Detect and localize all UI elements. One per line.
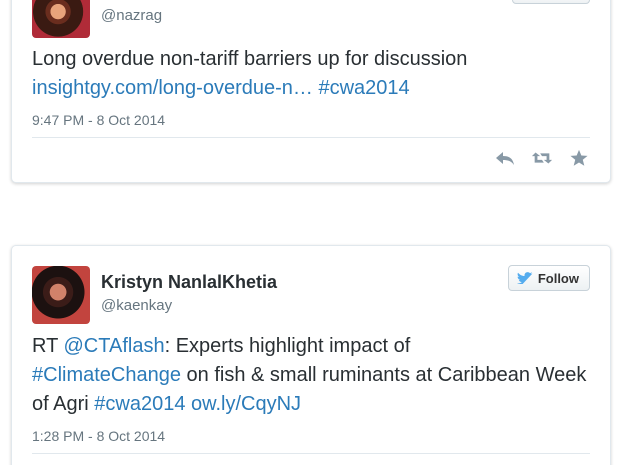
hashtag-link[interactable]: #cwa2014 <box>94 393 185 415</box>
tweet-text: RT @CTAflash: Experts highlight impact o… <box>32 332 588 419</box>
divider <box>32 453 590 454</box>
tweet-link[interactable]: insightgy.com/long-overdue-n… <box>32 77 313 99</box>
avatar[interactable] <box>32 266 90 324</box>
bird-icon <box>516 272 533 284</box>
divider <box>32 137 590 138</box>
tweet-actions <box>494 149 590 167</box>
hashtag-link[interactable]: #ClimateChange <box>32 364 181 386</box>
tweet-card: Kristyn NanlalKhetia @kaenkay Follow RT … <box>11 245 611 465</box>
follow-button[interactable] <box>512 0 590 4</box>
tweet-card: @nazrag Long overdue non-tariff barriers… <box>11 0 611 183</box>
favorite-icon[interactable] <box>568 149 590 167</box>
rt-label: RT <box>32 335 58 357</box>
avatar[interactable] <box>32 0 90 38</box>
reply-icon[interactable] <box>494 149 516 167</box>
user-handle[interactable]: @kaenkay <box>101 297 172 314</box>
tweet-link[interactable]: ow.ly/CqyNJ <box>191 393 301 415</box>
hashtag-link[interactable]: #cwa2014 <box>318 77 409 99</box>
retweet-icon[interactable] <box>531 149 553 167</box>
tweet-timestamp[interactable]: 1:28 PM - 8 Oct 2014 <box>32 428 165 444</box>
tweet-text-plain: Long overdue non-tariff barriers up for … <box>32 48 468 70</box>
follow-label: Follow <box>537 270 579 286</box>
tweet-text-part: : Experts highlight impact of <box>164 335 411 357</box>
mention-link[interactable]: @CTAflash <box>64 335 165 357</box>
tweet-timestamp[interactable]: 9:47 PM - 8 Oct 2014 <box>32 112 165 128</box>
follow-button[interactable]: Follow <box>507 265 590 291</box>
user-handle[interactable]: @nazrag <box>101 7 162 24</box>
user-name[interactable]: Kristyn NanlalKhetia <box>101 272 277 293</box>
tweet-text: Long overdue non-tariff barriers up for … <box>32 45 588 103</box>
